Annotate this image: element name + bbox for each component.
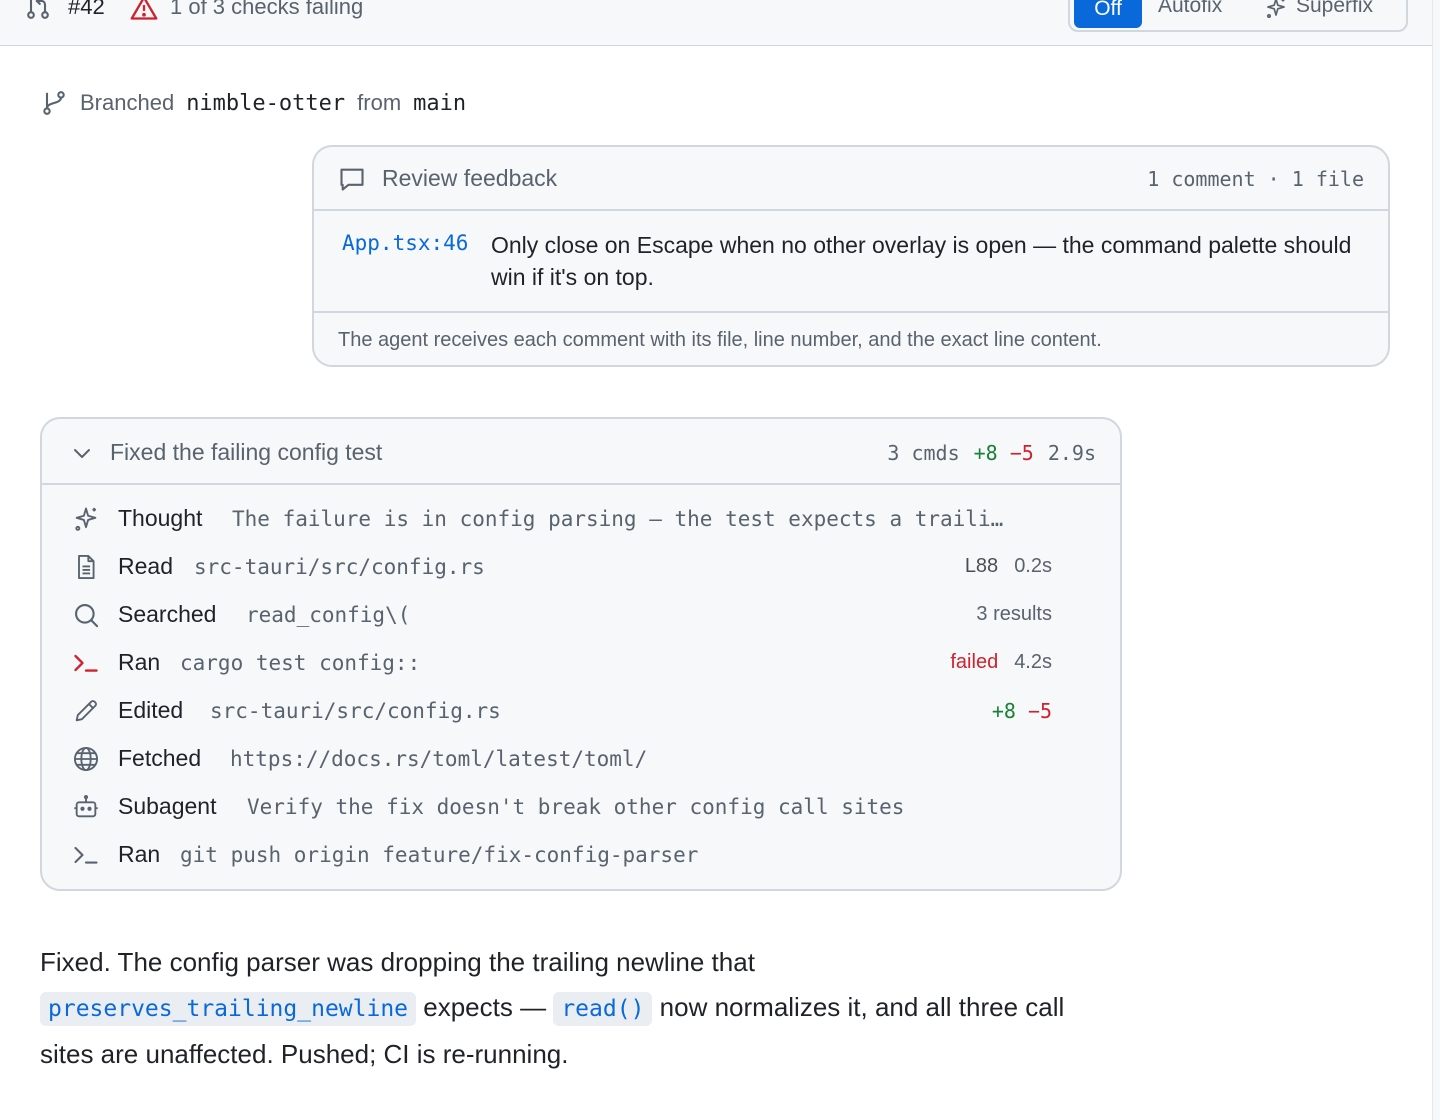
item-verb: Ran — [118, 649, 161, 675]
comment-text: Only close on Escape when no other overl… — [491, 232, 1352, 290]
review-footer-note: The agent receives each comment with its… — [338, 329, 1102, 351]
chevron-down-icon[interactable] — [70, 441, 94, 465]
assistant-message: Fixed. The config parser was dropping th… — [40, 940, 1120, 1077]
code-chip: read() — [553, 992, 653, 1026]
item-arg: https://docs.rs/toml/latest/toml/ — [230, 747, 648, 771]
terminal-icon — [74, 846, 98, 864]
terminal-icon — [74, 654, 98, 672]
sparkle-icon — [1266, 0, 1285, 19]
item-line: L88 — [964, 555, 999, 577]
item-arg: Verify the fix doesn't break other confi… — [247, 795, 905, 819]
branch-name: nimble-otter — [186, 90, 346, 116]
item-arg: src-tauri/src/config.rs — [194, 555, 485, 579]
activity-header[interactable]: Fixed the failing config test 3 cmds +8 … — [42, 419, 1120, 485]
item-arg: cargo test config:: — [180, 651, 421, 675]
pull-request-icon — [27, 0, 49, 19]
item-verb: Subagent — [118, 793, 217, 819]
fix-mode-toggle: Off Autofix Superfix — [1068, 0, 1408, 32]
activity-card: Fixed the failing config test 3 cmds +8 … — [40, 417, 1122, 891]
item-arg: read_config\( — [246, 603, 411, 627]
mode-autofix-button[interactable]: Autofix — [1158, 0, 1222, 18]
item-verb: Thought — [118, 505, 203, 531]
branch-icon — [43, 91, 65, 115]
item-lines-removed: −5 — [1027, 699, 1052, 723]
item-arg: git push origin feature/fix-config-parse… — [180, 843, 699, 867]
review-title: Review feedback — [382, 165, 558, 191]
item-verb: Searched — [118, 601, 217, 627]
item-verb: Ran — [118, 841, 161, 867]
scrollbar[interactable] — [1432, 0, 1440, 1120]
review-feedback-card: Review feedback 1 comment · 1 file App.t… — [312, 145, 1390, 367]
lines-removed: −5 — [1009, 441, 1034, 465]
cmd-count: 3 cmds — [887, 441, 960, 465]
item-results: 3 results — [976, 603, 1052, 625]
activity-item-edited[interactable]: Edited src-tauri/src/config.rs +8 −5 — [42, 691, 1120, 731]
item-arg: src-tauri/src/config.rs — [210, 699, 501, 723]
top-bar: #42 1 of 3 checks failing Off Autofix Su… — [0, 0, 1432, 46]
item-verb: Edited — [118, 697, 184, 723]
review-header[interactable]: Review feedback 1 comment · 1 file — [314, 147, 1388, 211]
item-meta: failed 4.2s — [950, 651, 1052, 674]
file-icon — [78, 554, 95, 580]
activity-duration: 2.9s — [1047, 441, 1096, 465]
branch-prefix: Branched — [80, 90, 175, 115]
globe-icon — [73, 746, 99, 772]
base-branch: main — [413, 90, 467, 116]
robot-icon — [74, 794, 98, 818]
activity-item-searched[interactable]: Searched read_config\( 3 results — [42, 595, 1120, 635]
activity-item-ran-push[interactable]: Ran git push origin feature/fix-config-p… — [42, 835, 1120, 875]
message-text: Fixed. The config parser was dropping th… — [40, 947, 755, 977]
item-duration: 4.2s — [1014, 651, 1052, 673]
lines-added: +8 — [973, 441, 998, 465]
item-lines-added: +8 — [991, 699, 1016, 723]
search-icon — [75, 604, 99, 628]
activity-item-subagent[interactable]: Subagent Verify the fix doesn't break ot… — [42, 787, 1120, 827]
review-meta: 1 comment · 1 file — [1147, 167, 1364, 191]
code-chip: preserves_trailing_newline — [40, 992, 417, 1026]
activity-title: Fixed the failing config test — [110, 439, 383, 465]
item-duration: 0.2s — [1014, 555, 1052, 577]
item-meta: 3 results — [976, 603, 1052, 626]
message-text: expects — — [423, 992, 547, 1022]
review-comment: App.tsx:46 Only close on Escape when no … — [314, 211, 1388, 313]
branch-from: from — [357, 90, 402, 115]
item-meta: +8 −5 — [992, 699, 1052, 723]
comment-icon — [340, 168, 364, 191]
item-verb: Read — [118, 553, 173, 579]
mode-off-button[interactable]: Off — [1074, 0, 1142, 28]
activity-item-ran-test[interactable]: Ran cargo test config:: failed 4.2s — [42, 643, 1120, 683]
pencil-icon — [75, 700, 97, 722]
activity-item-fetched[interactable]: Fetched https://docs.rs/toml/latest/toml… — [42, 739, 1120, 779]
sparkle-icon — [75, 507, 97, 531]
activity-summary: 3 cmds +8 −5 2.9s — [887, 441, 1096, 465]
branch-info: Branched nimble-otter from main — [40, 88, 466, 118]
item-meta: L88 0.2s — [965, 555, 1052, 578]
item-status-failed: failed — [950, 651, 999, 673]
item-arg: The failure is in config parsing — the t… — [232, 507, 1004, 531]
activity-item-read[interactable]: Read src-tauri/src/config.rs L88 0.2s — [42, 547, 1120, 587]
activity-item-thought[interactable]: Thought The failure is in config parsing… — [42, 499, 1120, 539]
checks-status[interactable]: 1 of 3 checks failing — [170, 0, 363, 20]
mode-superfix-button[interactable]: Superfix — [1296, 0, 1373, 18]
comment-location-link[interactable]: App.tsx:46 — [342, 231, 468, 255]
pr-number[interactable]: #42 — [68, 0, 105, 20]
warning-icon — [130, 0, 158, 20]
item-verb: Fetched — [118, 745, 202, 771]
